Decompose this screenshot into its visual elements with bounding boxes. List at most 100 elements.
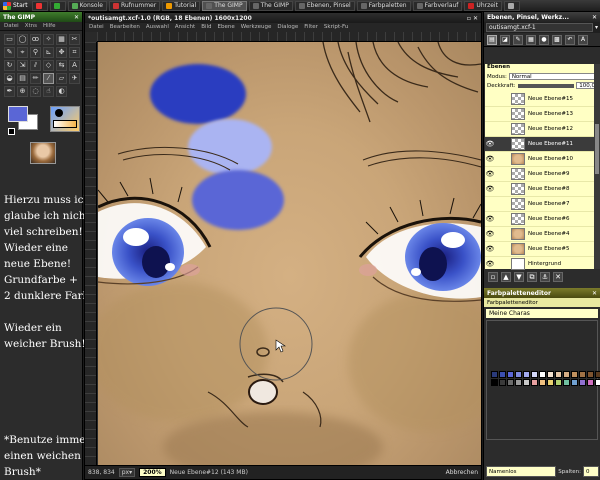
taskbar-item[interactable]: The GIMP	[202, 0, 247, 11]
pattern-preview[interactable]	[50, 106, 80, 132]
anchor-layer-button[interactable]: ⚓	[540, 272, 550, 282]
rotate-icon[interactable]: ↻	[4, 60, 15, 71]
gradient-preview[interactable]	[53, 120, 77, 128]
flip-icon[interactable]: ⇆	[56, 60, 67, 71]
palette-swatch[interactable]	[531, 379, 538, 386]
shear-icon[interactable]: ⫽	[30, 60, 41, 71]
delete-layer-button[interactable]: ✕	[553, 272, 563, 282]
palette-swatch[interactable]	[515, 379, 522, 386]
tab-fonts[interactable]: A	[578, 34, 588, 45]
brush-preview-icon[interactable]	[55, 109, 63, 117]
eye-icon[interactable]: 👁	[485, 260, 495, 268]
palette-swatch[interactable]	[587, 379, 594, 386]
menu-item[interactable]: Datei	[4, 23, 19, 29]
eye-icon[interactable]: 👁	[485, 215, 495, 223]
taskbar-item[interactable]: Tutorial	[162, 0, 201, 11]
palette-swatch[interactable]	[563, 371, 570, 378]
close-icon[interactable]: ✕	[592, 290, 597, 297]
move-icon[interactable]: ✥	[56, 47, 67, 58]
tab-patterns[interactable]: ▩	[552, 34, 562, 45]
palette-swatch[interactable]	[539, 371, 546, 378]
dock-titlebar[interactable]: Ebenen, Pinsel, Werkz... ✕	[484, 12, 600, 22]
layer-row[interactable]: Neue Ebene#7	[485, 197, 600, 212]
scissors-icon[interactable]: ✂	[69, 34, 80, 45]
paths-icon[interactable]: ✎	[4, 47, 15, 58]
foreground-color-swatch[interactable]	[8, 106, 28, 122]
default-colors-icon[interactable]	[8, 128, 15, 135]
taskbar-item[interactable]	[31, 0, 48, 11]
color-select-icon[interactable]: ▦	[56, 34, 67, 45]
rect-select-icon[interactable]: ▭	[4, 34, 15, 45]
palette-editor-titlebar[interactable]: Farbpaletteneditor ✕	[484, 288, 600, 298]
palette-swatch[interactable]	[491, 371, 498, 378]
tab-channels[interactable]: ◪	[500, 34, 510, 45]
layer-row[interactable]: 👁 Neue Ebene#4	[485, 227, 600, 242]
bucket-fill-icon[interactable]: ◒	[4, 73, 15, 84]
color-picker-icon[interactable]: ⌖	[17, 47, 28, 58]
tab-paths[interactable]: ✎	[513, 34, 523, 45]
layer-row[interactable]: 👁 Neue Ebene#10	[485, 152, 600, 167]
tab-layers[interactable]: ▤	[487, 34, 497, 45]
menu-item[interactable]: Skript-Fu	[324, 24, 348, 31]
eye-icon[interactable]: 👁	[485, 230, 495, 238]
image-titlebar[interactable]: *outisamgt.xcf-1.0 (RGB, 18 Ebenen) 1600…	[85, 13, 481, 23]
layer-row[interactable]: 👁 Neue Ebene#11	[485, 137, 600, 152]
palette-swatch[interactable]	[507, 371, 514, 378]
color-name-field[interactable]: Namenlos	[486, 466, 557, 477]
palette-swatch[interactable]	[595, 379, 600, 386]
layer-row[interactable]: 👁 Neue Ebene#6	[485, 212, 600, 227]
palette-swatch[interactable]	[555, 371, 562, 378]
vertical-ruler[interactable]	[85, 42, 97, 467]
palette-swatch[interactable]	[595, 371, 600, 378]
measure-icon[interactable]: ⊾	[43, 47, 54, 58]
palette-swatch[interactable]	[547, 371, 554, 378]
ellipse-select-icon[interactable]: ◯	[17, 34, 28, 45]
taskbar-item[interactable]	[503, 0, 520, 11]
columns-field[interactable]: 0	[583, 466, 599, 477]
taskbar-item[interactable]: Konsole	[67, 0, 107, 11]
menu-item[interactable]: Bild	[201, 24, 211, 31]
menu-item[interactable]: Auswahl	[146, 24, 169, 31]
scale-icon[interactable]: ⇲	[17, 60, 28, 71]
layer-list-scrollbar[interactable]	[594, 64, 600, 269]
menu-item[interactable]: Ansicht	[175, 24, 195, 31]
palette-swatch[interactable]	[515, 371, 522, 378]
layer-row[interactable]: Neue Ebene#12	[485, 122, 600, 137]
palette-swatch[interactable]	[563, 379, 570, 386]
palette-swatch[interactable]	[547, 379, 554, 386]
window-controls-icon[interactable]: ▫ ✕	[467, 15, 478, 22]
palette-swatch[interactable]	[587, 371, 594, 378]
blur-icon[interactable]: ◌	[30, 86, 41, 97]
mode-select[interactable]: Normal	[508, 73, 598, 80]
zoom-icon[interactable]: ⚲	[30, 47, 41, 58]
lasso-icon[interactable]: ꝏ	[30, 34, 41, 45]
menu-item[interactable]: Werkzeuge	[241, 24, 272, 31]
dodge-burn-icon[interactable]: ◐	[56, 86, 67, 97]
palette-swatch[interactable]	[579, 379, 586, 386]
taskbar-item[interactable]: Ebenen, Pinsel	[294, 0, 355, 11]
lower-layer-button[interactable]: ▼	[514, 272, 524, 282]
tab-brushes[interactable]: ●	[539, 34, 549, 45]
taskbar-item[interactable]: Uhrzeit	[464, 0, 502, 11]
airbrush-icon[interactable]: ✈	[69, 73, 80, 84]
image-select[interactable]: outisamgt.xcf-1	[486, 23, 593, 32]
taskbar-item[interactable]	[49, 0, 66, 11]
layer-row[interactable]: 👁 Neue Ebene#8	[485, 182, 600, 197]
palette-swatch-area[interactable]	[486, 320, 600, 440]
palette-swatch[interactable]	[539, 379, 546, 386]
layer-row[interactable]: 👁 Neue Ebene#9	[485, 167, 600, 182]
eye-icon[interactable]: 👁	[485, 185, 495, 193]
menu-item[interactable]: Dialoge	[277, 24, 298, 31]
raise-layer-button[interactable]: ▲	[501, 272, 511, 282]
close-icon[interactable]: ✕	[592, 14, 597, 21]
auto-button[interactable]: ▾	[595, 24, 598, 31]
layer-row[interactable]: Neue Ebene#13	[485, 107, 600, 122]
active-image-thumbnail[interactable]	[30, 142, 56, 164]
cancel-button[interactable]: Abbrechen	[446, 469, 478, 476]
menu-item[interactable]: Ebene	[218, 24, 235, 31]
palette-swatch[interactable]	[499, 379, 506, 386]
menu-item[interactable]: Hilfe	[43, 23, 56, 29]
palette-swatch[interactable]	[499, 371, 506, 378]
palette-swatch[interactable]	[507, 379, 514, 386]
ink-icon[interactable]: ✒	[4, 86, 15, 97]
